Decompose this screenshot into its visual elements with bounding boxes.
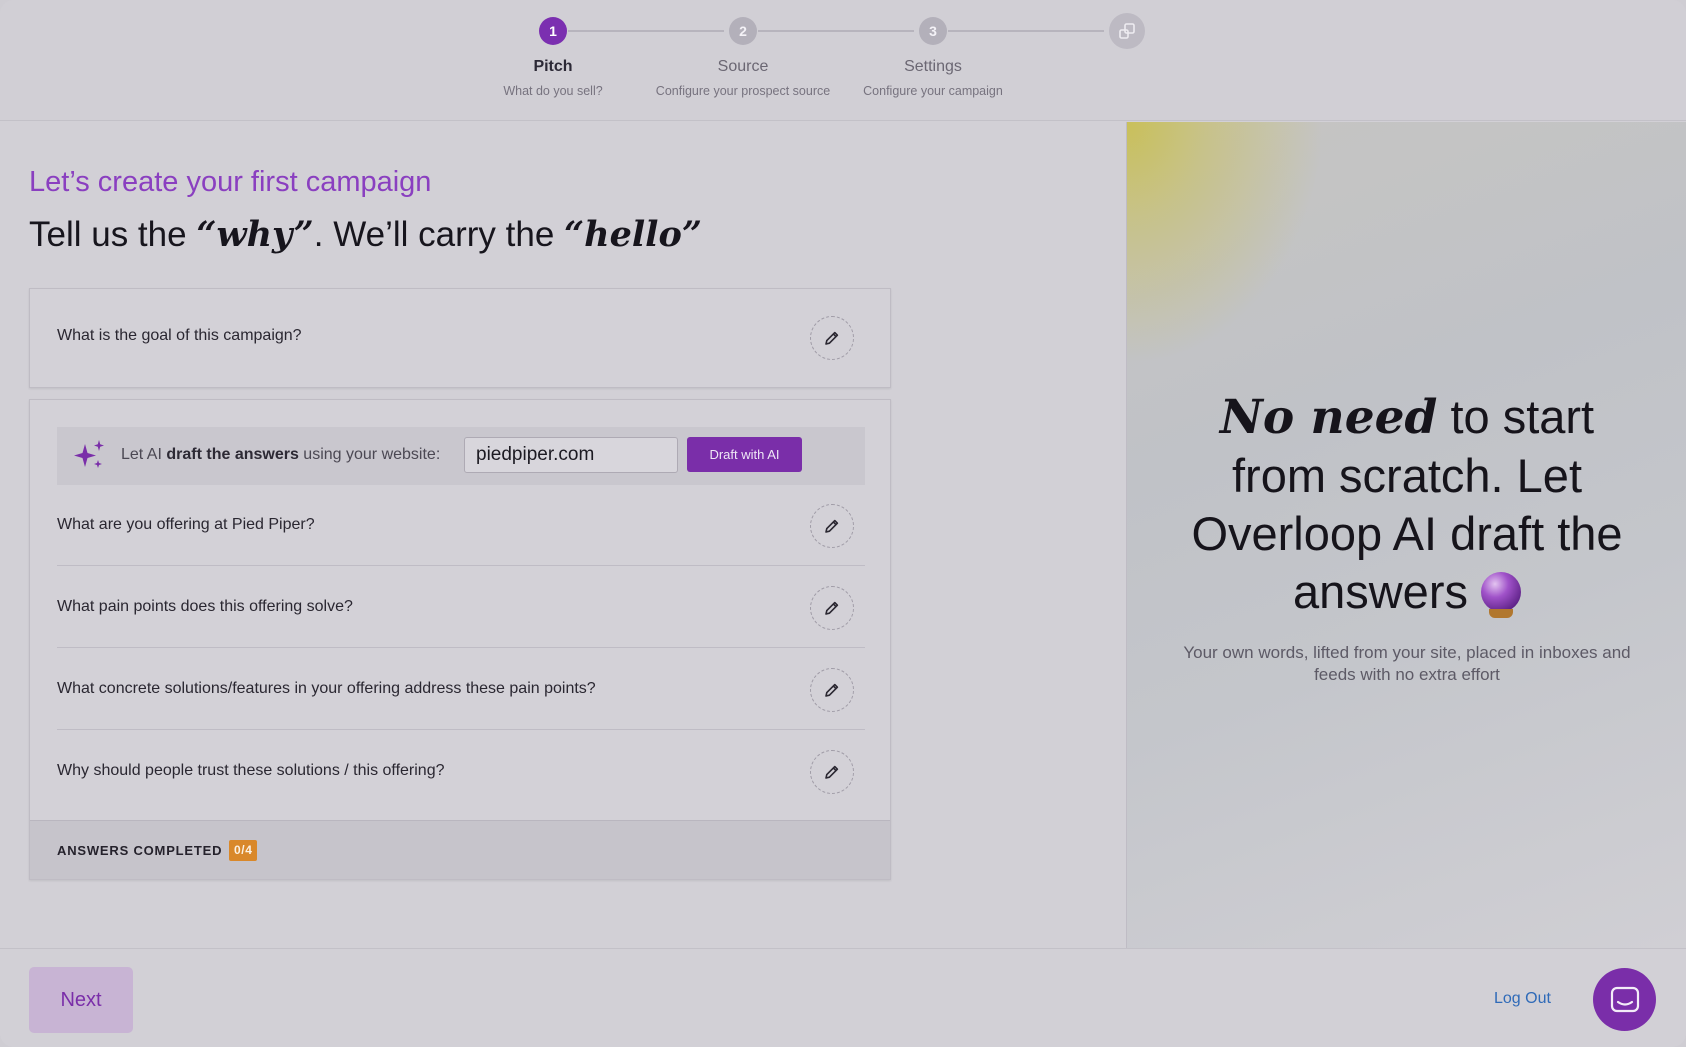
promo-title-emphasis: No need	[1219, 390, 1438, 445]
pitch-form-area: Let’s create your first campaign Tell us…	[0, 122, 1126, 948]
page-title: Tell us the “why”. We’ll carry the “hell…	[29, 214, 702, 255]
step-3-indicator[interactable]: 3	[919, 17, 947, 45]
ai-label-prefix: Let AI	[121, 446, 167, 463]
question-pain-points: What pain points does this offering solv…	[57, 598, 353, 615]
promo-panel: No need to start from scratch. Let Overl…	[1126, 122, 1686, 948]
edit-trust-button[interactable]	[810, 750, 854, 794]
logout-link[interactable]: Log Out	[1494, 990, 1551, 1008]
promo-title: No need to start from scratch. Let Overl…	[1167, 388, 1647, 621]
headline-hello: “hello”	[564, 214, 702, 255]
next-button[interactable]: Next	[29, 967, 133, 1033]
step-connector	[758, 30, 914, 32]
app-window: 1 Pitch What do you sell? 2 Source Confi…	[0, 0, 1686, 1047]
pencil-icon	[825, 601, 839, 615]
step-3-title[interactable]: Settings	[813, 58, 1053, 76]
question-offering: What are you offering at Pied Piper?	[57, 516, 315, 533]
headline-part-1: Tell us the	[29, 215, 197, 254]
step-3-subtitle: Configure your campaign	[863, 84, 1003, 98]
sparkles-icon	[74, 440, 104, 468]
step-2-indicator[interactable]: 2	[729, 17, 757, 45]
answers-completed-label: ANSWERS COMPLETED	[57, 843, 223, 858]
goal-card: What is the goal of this campaign?	[29, 288, 891, 388]
ai-draft-label: Let AI draft the answers using your webs…	[121, 446, 440, 464]
pencil-icon	[825, 331, 839, 345]
questions-card: Let AI draft the answers using your webs…	[29, 399, 891, 880]
edit-solutions-button[interactable]	[810, 668, 854, 712]
promo-subtitle: Your own words, lifted from your site, p…	[1183, 643, 1631, 684]
ai-draft-bar: Let AI draft the answers using your webs…	[57, 427, 865, 485]
step-connector	[948, 30, 1104, 32]
answers-count-badge: 0/4	[229, 840, 258, 861]
chat-launcher-button[interactable]	[1593, 968, 1656, 1031]
pencil-icon	[825, 683, 839, 697]
answers-progress-footer: ANSWERS COMPLETED 0/4	[30, 820, 890, 879]
edit-pain-points-button[interactable]	[810, 586, 854, 630]
bottom-bar: Next Log Out	[0, 948, 1686, 1047]
website-input[interactable]	[464, 437, 678, 473]
step-final-indicator[interactable]	[1109, 13, 1145, 49]
headline-part-2: . We’ll carry the	[313, 215, 565, 254]
pencil-icon	[825, 765, 839, 779]
headline-why: “why”	[196, 214, 314, 255]
row-divider	[57, 729, 865, 730]
question-solutions: What concrete solutions/features in your…	[57, 680, 596, 697]
step-1-indicator[interactable]: 1	[539, 17, 567, 45]
question-trust: Why should people trust these solutions …	[57, 762, 445, 779]
draft-with-ai-button[interactable]: Draft with AI	[687, 437, 802, 472]
pencil-icon	[825, 519, 839, 533]
row-divider	[57, 647, 865, 648]
page-kicker: Let’s create your first campaign	[29, 166, 432, 198]
stepper: 1 Pitch What do you sell? 2 Source Confi…	[0, 0, 1686, 121]
edit-offering-button[interactable]	[810, 504, 854, 548]
ai-label-bold: draft the answers	[166, 446, 299, 463]
crystal-ball-icon	[1481, 572, 1522, 618]
row-divider	[57, 565, 865, 566]
step-connector	[568, 30, 724, 32]
ai-label-suffix: using your website:	[298, 446, 441, 463]
edit-goal-button[interactable]	[810, 316, 854, 360]
chat-icon	[1610, 986, 1639, 1012]
goal-question: What is the goal of this campaign?	[57, 327, 302, 344]
rocket-launch-icon	[1119, 23, 1135, 39]
